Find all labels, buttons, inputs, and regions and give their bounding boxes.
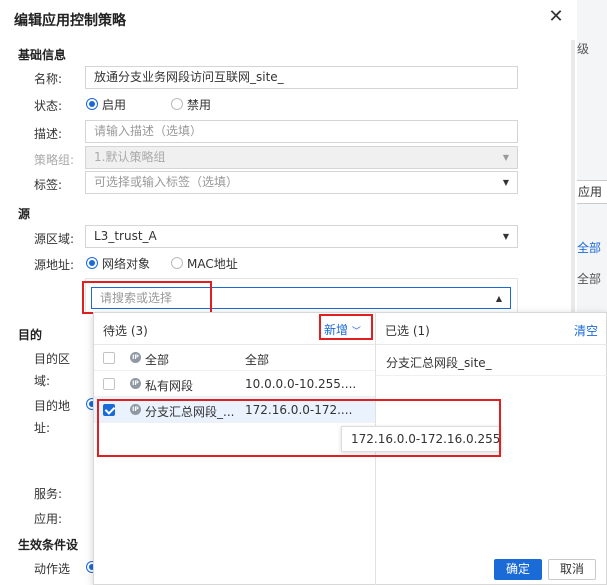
src-addr-label: 源地址: [34,258,75,272]
section-basic-info: 基础信息 [18,48,67,62]
list-item[interactable]: IP 私有网段 10.0.0.0-10.255.... [94,371,375,397]
background-link-all[interactable]: 全部 [577,239,601,256]
confirm-button[interactable]: 确定 [494,559,542,580]
status-disable-radio[interactable] [171,98,183,110]
selected-divider [376,375,607,376]
candidate-title: 待选 (3) [103,324,148,338]
tag-label: 标签: [34,178,63,192]
background-app-button[interactable]: 应用 [573,180,607,204]
background-text: 级 [577,42,590,56]
section-dest: 目的 [18,328,43,342]
name-input[interactable]: 放通分支业务网段访问互联网_site_ [85,66,518,89]
chevron-up-icon: ▲ [495,294,502,303]
src-addr-mac-label: MAC地址 [187,257,238,271]
group-label: 策略组: [34,153,75,167]
highlight-box-search [82,281,212,314]
clear-button[interactable]: 清空 [574,322,598,339]
src-zone-value: L3_trust_A [94,229,157,243]
close-icon[interactable]: ✕ [546,7,566,27]
desc-label: 描述: [34,127,63,141]
group-value: 1.默认策略组 [94,150,166,164]
section-source: 源 [18,207,31,221]
status-enable-radio[interactable] [86,98,98,110]
group-select: 1.默认策略组 ▼ [85,146,518,169]
cancel-button[interactable]: 取消 [548,559,596,580]
chevron-down-icon: ▼ [502,153,509,162]
row-checkbox[interactable] [103,378,115,390]
action-label: 动作选 [34,562,71,576]
highlight-box-new [319,314,373,340]
selected-header: 已选 (1) 清空 [376,313,607,345]
app-label: 应用: [34,512,63,526]
chevron-down-icon: ▼ [502,178,509,187]
ip-icon: IP [130,352,141,363]
ip-icon: IP [130,378,141,389]
row-name: 全部 [145,353,170,367]
background-text-all: 全部 [577,272,602,286]
dst-addr-label-1: 目的地 [34,399,71,413]
chevron-down-icon: ▼ [502,232,509,241]
section-effect: 生效条件设 [18,538,79,552]
selected-title: 已选 (1) [385,324,430,338]
tag-placeholder: 可选择或输入标签（选填） [94,175,239,189]
name-label: 名称: [34,72,63,86]
src-zone-label: 源区域: [34,232,75,246]
src-addr-network-radio[interactable] [86,257,98,269]
dst-zone-label-2: 域: [34,374,51,388]
tag-select[interactable]: 可选择或输入标签（选填） ▼ [85,171,518,194]
row-value: 全部 [245,353,270,367]
list-item[interactable]: IP 全部 全部 [94,345,375,371]
status-enable-label: 启用 [102,98,127,112]
dst-zone-label-1: 目的区 [34,352,71,366]
row-checkbox[interactable] [103,352,115,364]
status-disable-label: 禁用 [187,98,212,112]
selected-item[interactable]: 分支汇总网段_site_ [386,354,492,371]
src-addr-network-label: 网络对象 [102,257,151,271]
service-label: 服务: [34,487,63,501]
src-addr-mac-radio[interactable] [171,257,183,269]
row-name: 私有网段 [145,379,194,393]
dialog-title: 编辑应用控制策略 [14,13,126,29]
status-label: 状态: [34,99,63,113]
dst-addr-label-2: 址: [34,421,51,435]
src-zone-select[interactable]: L3_trust_A ▼ [85,225,518,248]
desc-input[interactable]: 请输入描述（选填） [85,120,518,143]
row-value: 10.0.0.0-10.255.... [245,377,357,391]
highlight-box-row [97,399,501,457]
address-picker-popup: 待选 (3) 新增 ﹀ IP 全部 全部 IP 私有网段 10.0.0.0-10… [93,312,607,585]
